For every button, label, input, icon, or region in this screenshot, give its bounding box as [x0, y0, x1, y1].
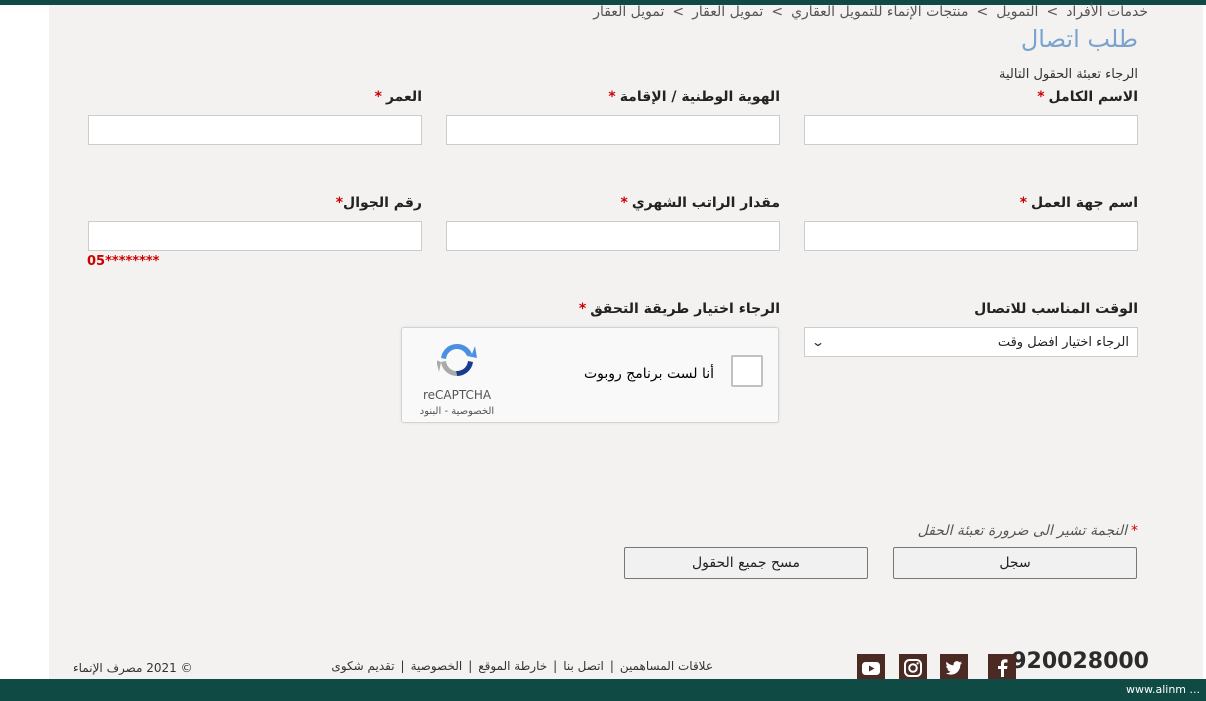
required-mark: *: [620, 195, 628, 211]
verification-field: الرجاء اختيار طريقة التحقق*: [446, 301, 780, 327]
mobile-label: رقم الجوال*: [335, 195, 422, 211]
status-url: www.alinm ...: [1125, 683, 1200, 696]
salary-input[interactable]: [446, 221, 780, 251]
employer-field: اسم جهة العمل*: [804, 195, 1138, 251]
instagram-icon[interactable]: [899, 654, 927, 682]
breadcrumb-item[interactable]: التمويل: [996, 4, 1038, 20]
employer-label: اسم جهة العمل*: [1019, 195, 1138, 211]
recaptcha-icon: [436, 343, 477, 377]
breadcrumb-item[interactable]: خدمات الأفراد: [1066, 4, 1148, 20]
twitter-icon[interactable]: [940, 654, 968, 682]
full-name-input[interactable]: [804, 115, 1138, 145]
recaptcha-brand: reCAPTCHA: [422, 388, 492, 402]
contact-time-select[interactable]: الرجاء اختيار افضل وقت ⌄: [804, 327, 1138, 357]
footer-links: علاقات المساهمين|اتصل بنا|خارطة الموقع|ا…: [331, 659, 713, 673]
recaptcha-logo: reCAPTCHA الخصوصية - البنود: [416, 340, 498, 417]
employer-input[interactable]: [804, 221, 1138, 251]
required-mark: *: [1019, 195, 1028, 211]
recaptcha-label: أنا لست برنامج روبوت: [583, 366, 714, 382]
breadcrumb-item[interactable]: تمويل العقار: [692, 4, 763, 20]
national-id-field: الهوية الوطنية / الإقامة*: [446, 89, 780, 145]
mobile-field: رقم الجوال*: [88, 195, 422, 251]
recaptcha-checkbox[interactable]: [731, 355, 763, 387]
mobile-format-hint: 05********: [87, 254, 160, 269]
breadcrumb: خدمات الأفراد>التمويل>منتجات الإنماء للت…: [593, 4, 1148, 20]
breadcrumb-item[interactable]: منتجات الإنماء للتمويل العقاري: [791, 4, 968, 20]
status-bar: [0, 679, 1206, 701]
chevron-down-icon: ⌄: [810, 335, 826, 349]
verification-label: الرجاء اختيار طريقة التحقق*: [578, 301, 780, 317]
national-id-input[interactable]: [446, 115, 780, 145]
phone-number: 920028000: [1011, 649, 1149, 674]
recaptcha-links[interactable]: الخصوصية - البنود: [416, 406, 498, 417]
required-mark: *: [1131, 523, 1138, 539]
required-mark: *: [1037, 89, 1045, 105]
submit-button[interactable]: سجل: [893, 547, 1137, 579]
recaptcha-widget: أنا لست برنامج روبوت reCAPTCHA الخصوصية …: [401, 327, 779, 423]
required-mark: *: [578, 301, 587, 317]
breadcrumb-item: تمويل العقار: [593, 4, 665, 20]
full-name-label: الاسم الكامل*: [1037, 89, 1138, 105]
footer-link[interactable]: اتصل بنا: [563, 659, 604, 673]
mobile-input[interactable]: [88, 221, 422, 251]
footer-link[interactable]: الخصوصية: [411, 659, 463, 673]
required-mark: *: [335, 195, 344, 211]
footer-link[interactable]: علاقات المساهمين: [620, 659, 713, 673]
age-label: العمر*: [374, 89, 422, 105]
age-input[interactable]: [88, 115, 422, 145]
salary-field: مقدار الراتب الشهري*: [446, 195, 780, 251]
age-field: العمر*: [88, 89, 422, 145]
page-content: خدمات الأفراد>التمويل>منتجات الإنماء للت…: [49, 4, 1203, 682]
copyright: © 2021 مصرف الإنماء: [73, 661, 193, 675]
required-note: *النجمة تشير الى ضرورة تعبئة الحقل: [917, 523, 1138, 539]
form-subtitle: الرجاء تعبئة الحقول التالية: [999, 67, 1138, 82]
contact-time-field: الوقت المناسب للاتصال الرجاء اختيار افضل…: [804, 301, 1138, 357]
clear-fields-button[interactable]: مسح جميع الحقول: [624, 547, 868, 579]
footer-link[interactable]: خارطة الموقع: [478, 659, 547, 673]
contact-time-label: الوقت المناسب للاتصال: [974, 301, 1138, 317]
contact-time-selected: الرجاء اختيار افضل وقت: [997, 334, 1129, 350]
required-mark: *: [374, 89, 382, 105]
required-mark: *: [608, 89, 616, 105]
full-name-field: الاسم الكامل*: [804, 89, 1138, 145]
facebook-icon[interactable]: [988, 654, 1016, 682]
national-id-label: الهوية الوطنية / الإقامة*: [608, 89, 780, 105]
footer-link[interactable]: تقديم شكوى: [331, 659, 394, 673]
youtube-icon[interactable]: [857, 654, 885, 682]
salary-label: مقدار الراتب الشهري*: [620, 195, 781, 211]
page-title: طلب اتصال: [1020, 25, 1138, 53]
